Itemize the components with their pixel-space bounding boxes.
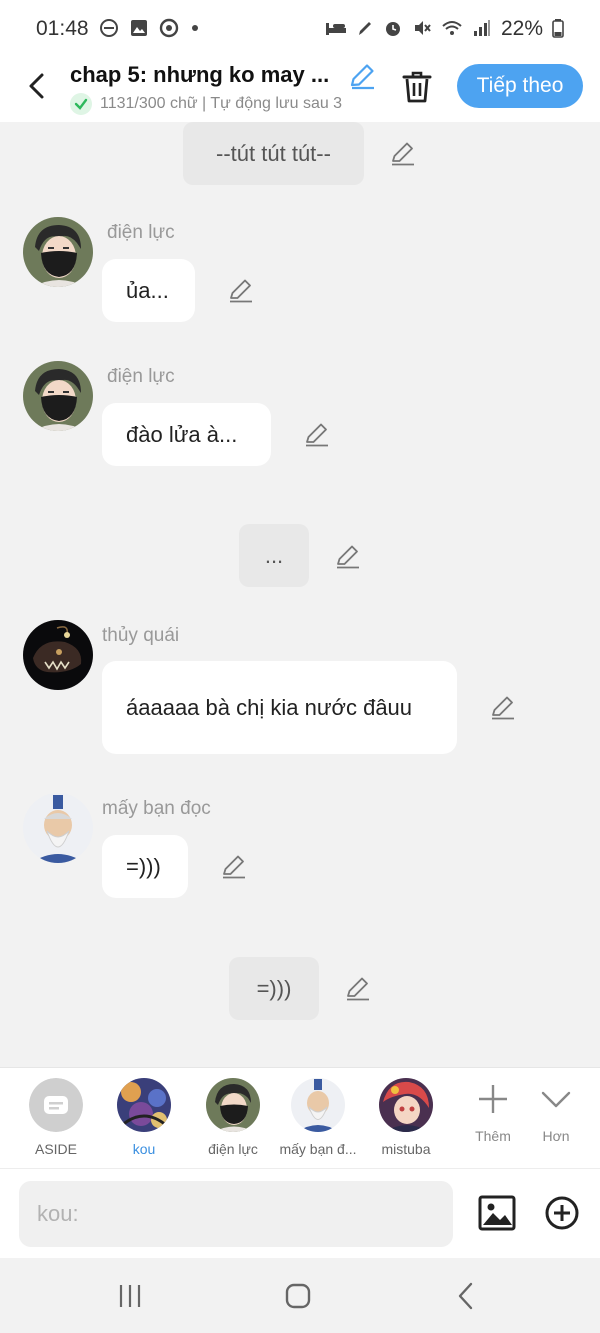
home-icon bbox=[285, 1283, 311, 1309]
narration-message[interactable]: =))) bbox=[229, 957, 319, 1020]
add-label: Thêm bbox=[475, 1128, 511, 1144]
word-count-status: 1131/300 chữ | Tự động lưu sau 3 bbox=[70, 93, 350, 115]
character-kou[interactable]: kou bbox=[99, 1078, 189, 1157]
chapter-title: chap 5: nhưng ko may ... bbox=[70, 62, 330, 87]
status-bar: 01:48 22% bbox=[0, 0, 600, 58]
editor-header: chap 5: nhưng ko may ... 1131/300 chữ | … bbox=[0, 58, 600, 122]
character-label: kou bbox=[132, 1141, 156, 1157]
narration-message[interactable]: --tút tút tút-- bbox=[183, 122, 364, 185]
add-circle-icon bbox=[545, 1196, 579, 1230]
dialog-bubble[interactable]: ủa... bbox=[102, 259, 195, 322]
edit-title-button[interactable] bbox=[347, 61, 377, 91]
back-button[interactable] bbox=[18, 68, 54, 104]
edit-icon bbox=[492, 696, 514, 720]
mute-icon bbox=[412, 18, 432, 41]
edit-message-button[interactable] bbox=[488, 693, 518, 723]
edit-message-button[interactable] bbox=[302, 420, 332, 450]
character-label: điện lực bbox=[208, 1141, 258, 1157]
speaker-name: thủy quái bbox=[102, 625, 180, 646]
speaker-name: điện lực bbox=[107, 222, 175, 243]
mistuba-avatar bbox=[379, 1078, 433, 1132]
wifi-icon bbox=[441, 18, 463, 41]
message-text: --tút tút tút-- bbox=[216, 140, 331, 166]
status-time: 01:48 bbox=[36, 17, 89, 40]
masked-man-avatar[interactable] bbox=[23, 217, 93, 287]
message-text: ... bbox=[264, 542, 284, 568]
do-not-disturb-icon bbox=[99, 18, 119, 41]
recent-apps-button[interactable] bbox=[110, 1278, 150, 1314]
chrome-icon bbox=[159, 18, 179, 41]
masked-man-avatar bbox=[206, 1078, 260, 1132]
dialog-bubble[interactable]: áaaaaa bà chị kia nước đâuu bbox=[102, 661, 457, 754]
speaker-name: mấy bạn đọc bbox=[102, 798, 211, 819]
message-text: =))) bbox=[126, 853, 161, 879]
home-button[interactable] bbox=[278, 1278, 318, 1314]
speaker-name: điện lực bbox=[107, 366, 175, 387]
recent-apps-icon bbox=[119, 1285, 141, 1307]
composer-bar bbox=[0, 1168, 600, 1258]
character-dien-luc[interactable]: điện lực bbox=[188, 1078, 278, 1157]
message-text: =))) bbox=[256, 975, 292, 1001]
masked-man-avatar[interactable] bbox=[23, 361, 93, 431]
edit-icon bbox=[223, 855, 245, 879]
edit-icon bbox=[347, 977, 369, 1001]
edit-message-button[interactable] bbox=[226, 276, 256, 306]
battery-percent: 22% bbox=[500, 17, 543, 40]
kou-avatar bbox=[117, 1078, 171, 1132]
narration-message[interactable]: ... bbox=[239, 524, 309, 587]
old-man-avatar[interactable] bbox=[23, 793, 93, 863]
more-label: Hơn bbox=[542, 1128, 570, 1144]
next-button[interactable]: Tiếp theo bbox=[457, 64, 583, 108]
alarm-icon bbox=[383, 18, 403, 41]
character-aside[interactable]: ASIDE bbox=[11, 1078, 101, 1157]
pen-icon bbox=[356, 18, 374, 41]
anglerfish-avatar[interactable] bbox=[23, 620, 93, 690]
sleep-icon bbox=[325, 18, 347, 41]
back-icon bbox=[458, 1282, 473, 1310]
system-navigation-bar bbox=[0, 1258, 600, 1333]
check-icon bbox=[70, 93, 92, 115]
edit-icon bbox=[230, 279, 252, 303]
character-label: mấy bạn đ... bbox=[279, 1141, 357, 1157]
old-man-avatar bbox=[291, 1078, 345, 1132]
gallery-icon bbox=[129, 18, 149, 41]
message-text: ủa... bbox=[126, 277, 169, 303]
system-back-button[interactable] bbox=[446, 1278, 486, 1314]
character-label: mistuba bbox=[381, 1141, 431, 1157]
character-may-ban-doc[interactable]: mấy bạn đ... bbox=[273, 1078, 363, 1157]
message-input[interactable] bbox=[19, 1181, 453, 1247]
insert-image-button[interactable] bbox=[476, 1191, 520, 1235]
dot-icon bbox=[189, 18, 201, 41]
character-mistuba[interactable]: mistuba bbox=[361, 1078, 451, 1157]
word-count-text: 1131/300 chữ | Tự động lưu sau 3 bbox=[100, 95, 343, 112]
message-text: đào lửa à... bbox=[126, 421, 238, 447]
battery-icon bbox=[552, 18, 564, 41]
message-text: áaaaaa bà chị kia nước đâuu bbox=[126, 694, 413, 720]
edit-icon bbox=[392, 142, 414, 166]
trash-icon bbox=[402, 71, 432, 103]
edit-message-button[interactable] bbox=[219, 852, 249, 882]
character-label: ASIDE bbox=[34, 1141, 77, 1157]
image-icon bbox=[478, 1195, 516, 1231]
edit-message-button[interactable] bbox=[388, 139, 418, 169]
more-button[interactable]: Hơn bbox=[526, 1082, 586, 1144]
chevron-left-icon bbox=[29, 73, 44, 99]
delete-button[interactable] bbox=[398, 66, 436, 108]
edit-icon bbox=[337, 545, 359, 569]
add-character-button[interactable]: Thêm bbox=[463, 1082, 523, 1144]
edit-icon bbox=[350, 64, 374, 90]
character-selector: ASIDE kou điện lực mấy bạn đ... mistuba … bbox=[0, 1067, 600, 1168]
chevron-down-icon bbox=[541, 1091, 571, 1108]
dialog-bubble[interactable]: =))) bbox=[102, 835, 188, 898]
plus-icon bbox=[479, 1085, 507, 1113]
edit-message-button[interactable] bbox=[343, 974, 373, 1004]
signal-icon bbox=[472, 18, 492, 41]
add-content-button[interactable] bbox=[540, 1191, 584, 1235]
edit-message-button[interactable] bbox=[333, 542, 363, 572]
aside-icon bbox=[29, 1078, 83, 1132]
edit-icon bbox=[306, 423, 328, 447]
dialog-bubble[interactable]: đào lửa à... bbox=[102, 403, 271, 466]
